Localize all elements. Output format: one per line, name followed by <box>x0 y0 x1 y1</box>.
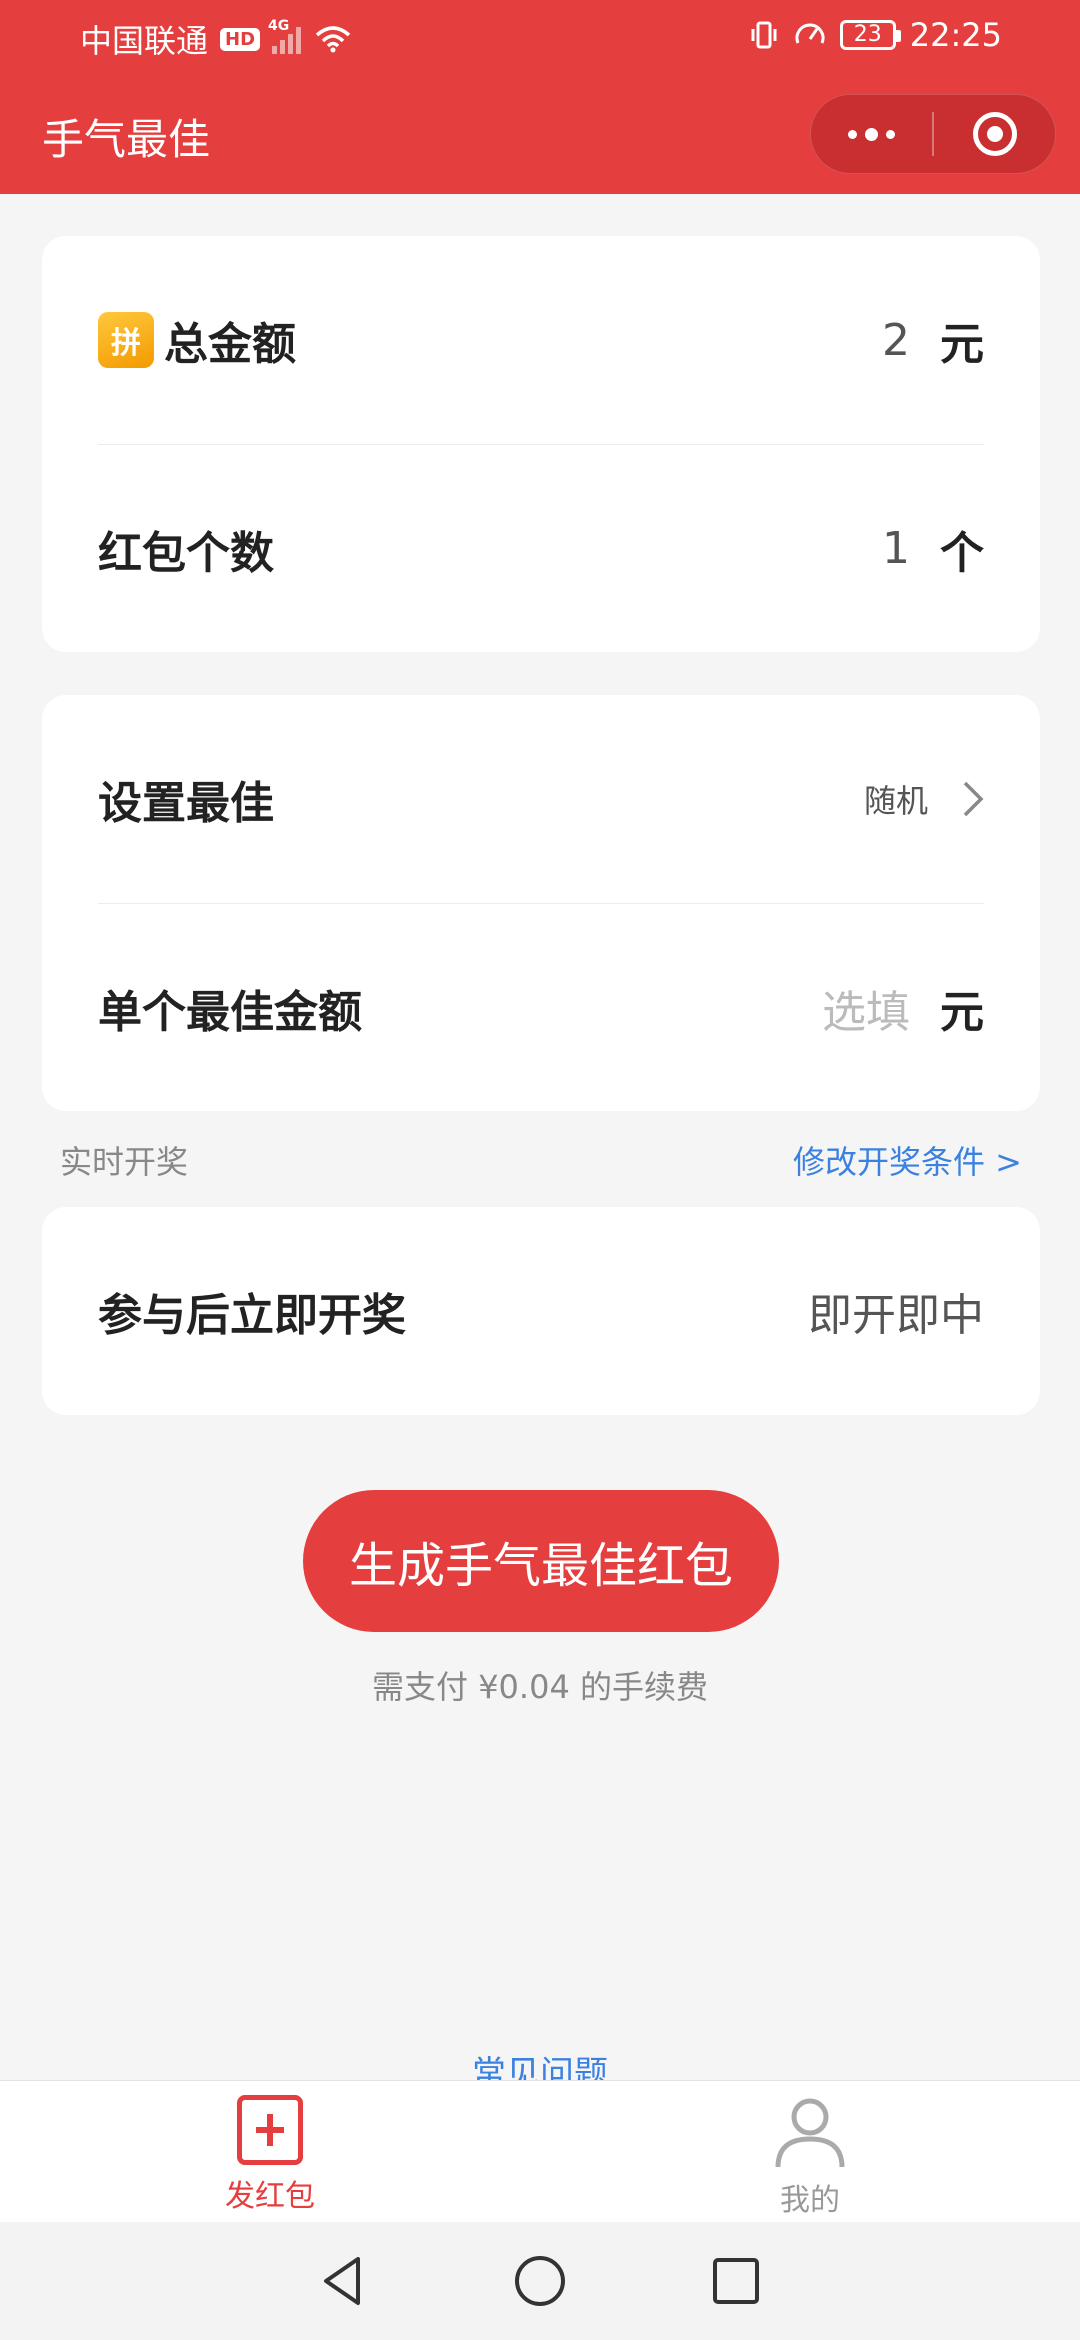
target-icon <box>972 112 1017 156</box>
generate-red-packet-button[interactable]: 生成手气最佳红包 <box>303 1490 779 1632</box>
status-bar: 中国联通 HD 4G 23 22:25 <box>0 0 1080 76</box>
network-type-text: 4G <box>268 18 290 34</box>
back-triangle-icon[interactable] <box>316 2253 372 2309</box>
set-best-right: 随机 <box>864 776 984 822</box>
tab-send-label: 发红包 <box>225 2179 315 2214</box>
nav-bar: 手气最佳 <box>0 76 1080 194</box>
vibrate-icon <box>751 21 777 49</box>
system-nav-bar <box>0 2222 1080 2340</box>
person-icon <box>775 2098 845 2168</box>
amount-card: 拼 总金额 2 元 红包个数 1 个 <box>42 236 1040 652</box>
fee-notice: 需支付 ¥0.04 的手续费 <box>372 1668 708 1706</box>
draw-section-header: 实时开奖 修改开奖条件 > <box>60 1137 1022 1183</box>
status-right: 23 22:25 <box>748 16 1002 54</box>
clock-text: 22:25 <box>909 16 1002 54</box>
carrier-text: 中国联通 <box>80 22 209 60</box>
best-amount-input[interactable]: 选填 <box>822 976 910 1040</box>
packet-count-label: 红包个数 <box>98 527 274 579</box>
draw-condition-right: 即开即中 <box>808 1279 984 1343</box>
packet-count-input[interactable]: 1 <box>882 523 910 574</box>
faq-link[interactable]: 常见问题 <box>0 2052 1080 2082</box>
total-amount-label-group: 拼 总金额 <box>98 308 296 372</box>
wifi-icon <box>315 26 351 53</box>
best-amount-right: 选填 元 <box>822 976 984 1040</box>
add-box-icon <box>237 2095 303 2165</box>
tab-bar: 发红包 我的 <box>0 2080 1080 2222</box>
total-amount-row[interactable]: 拼 总金额 2 元 <box>98 236 984 444</box>
total-amount-input[interactable]: 2 <box>882 315 910 366</box>
signal-icon: 4G <box>268 18 302 54</box>
draw-condition-card: 参与后立即开奖 即开即中 <box>42 1207 1040 1415</box>
best-settings-card: 设置最佳 随机 单个最佳金额 选填 元 <box>42 695 1040 1111</box>
best-amount-row[interactable]: 单个最佳金额 选填 元 <box>98 903 984 1111</box>
draw-condition-value: 即开即中 <box>808 1290 984 1341</box>
tab-mine[interactable]: 我的 <box>540 2081 1080 2222</box>
set-best-label: 设置最佳 <box>98 778 274 829</box>
recents-square-icon[interactable] <box>708 2253 764 2309</box>
pin-icon: 拼 <box>98 312 154 368</box>
more-dots-icon <box>848 127 895 141</box>
chevron-right-icon <box>963 781 984 817</box>
best-amount-label: 单个最佳金额 <box>98 986 362 1038</box>
home-circle-icon[interactable] <box>512 2253 568 2309</box>
total-amount-label: 总金额 <box>164 319 296 370</box>
close-miniprogram-button[interactable] <box>934 95 1055 173</box>
battery-icon: 23 <box>839 20 901 50</box>
page-title: 手气最佳 <box>42 115 211 164</box>
total-amount-unit: 元 <box>940 319 984 370</box>
modify-draw-condition-link[interactable]: 修改开奖条件 > <box>793 1137 1022 1183</box>
miniprogram-capsule <box>810 94 1056 174</box>
tab-send-red-packet[interactable]: 发红包 <box>0 2081 540 2222</box>
page: 中国联通 HD 4G 23 22:25 手气最佳 拼 总金额 2 元 红包个数 … <box>0 0 1080 2340</box>
total-amount-right: 2 元 <box>882 308 984 372</box>
more-button[interactable] <box>811 95 932 173</box>
set-best-value: 随机 <box>863 782 928 820</box>
status-left: 中国联通 HD 4G <box>80 16 351 62</box>
packet-count-right: 1 个 <box>882 517 984 581</box>
set-best-row[interactable]: 设置最佳 随机 <box>98 695 984 903</box>
draw-condition-label: 参与后立即开奖 <box>98 1290 406 1341</box>
tab-mine-label: 我的 <box>780 2183 840 2218</box>
packet-count-unit: 个 <box>940 527 984 579</box>
packet-count-row[interactable]: 红包个数 1 个 <box>98 444 984 652</box>
best-amount-unit: 元 <box>940 986 984 1038</box>
draw-mode-label: 实时开奖 <box>60 1143 189 1181</box>
draw-condition-row: 参与后立即开奖 即开即中 <box>98 1207 984 1415</box>
speed-icon <box>795 23 825 44</box>
hd-badge: HD <box>220 27 261 51</box>
